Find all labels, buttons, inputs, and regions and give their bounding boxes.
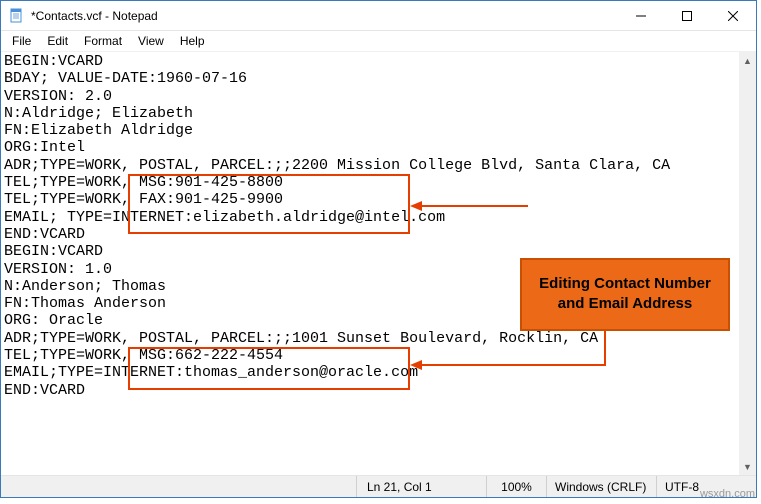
status-zoom: 100%	[486, 476, 546, 497]
scroll-up-icon[interactable]: ▲	[739, 52, 756, 69]
scroll-down-icon[interactable]: ▼	[739, 458, 756, 475]
menu-view[interactable]: View	[131, 33, 171, 49]
scroll-track[interactable]	[739, 69, 756, 458]
notepad-window: *Contacts.vcf - Notepad File Edit Format…	[0, 0, 757, 498]
vertical-scrollbar[interactable]: ▲ ▼	[739, 52, 756, 475]
annotation-callout: Editing Contact Number and Email Address	[520, 258, 730, 331]
minimize-button[interactable]	[618, 1, 664, 31]
maximize-button[interactable]	[664, 1, 710, 31]
title-bar[interactable]: *Contacts.vcf - Notepad	[1, 1, 756, 31]
watermark: wsxdn.com	[700, 488, 755, 500]
status-position: Ln 21, Col 1	[356, 476, 486, 497]
status-bar: Ln 21, Col 1 100% Windows (CRLF) UTF-8	[1, 475, 756, 497]
menu-edit[interactable]: Edit	[40, 33, 75, 49]
close-button[interactable]	[710, 1, 756, 31]
notepad-icon	[9, 8, 25, 24]
callout-line2: and Email Address	[558, 295, 693, 312]
menu-help[interactable]: Help	[173, 33, 212, 49]
menu-format[interactable]: Format	[77, 33, 129, 49]
callout-line1: Editing Contact Number	[539, 275, 711, 292]
status-eol: Windows (CRLF)	[546, 476, 656, 497]
menu-file[interactable]: File	[5, 33, 38, 49]
window-title: *Contacts.vcf - Notepad	[31, 9, 158, 23]
menu-bar: File Edit Format View Help	[1, 31, 756, 51]
